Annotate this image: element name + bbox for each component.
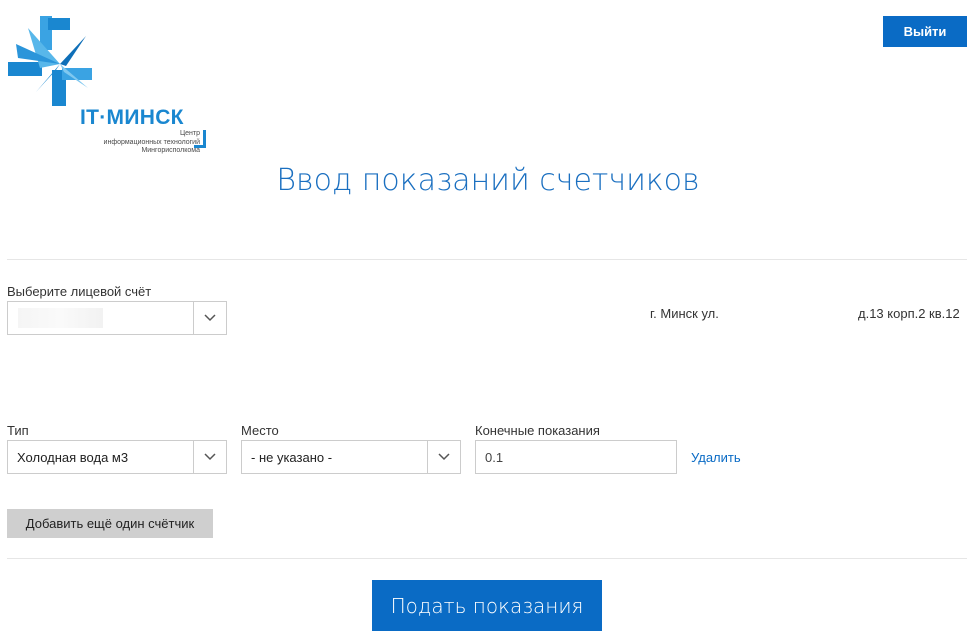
delete-meter-link[interactable]: Удалить [691,450,741,465]
account-label: Выберите лицевой счёт [7,284,152,299]
add-meter-button[interactable]: Добавить ещё один счётчик [7,509,213,538]
logo-cross-icon [8,16,92,106]
submit-readings-button[interactable]: Подать показания [372,580,602,631]
place-value: - не указано - [251,450,333,465]
logout-button[interactable]: Выйти [883,16,967,47]
reading-label: Конечные показания [475,423,600,438]
address-house: д.13 корп.2 кв.12 [858,306,960,321]
chevron-down-icon [427,441,460,473]
address-street: г. Минск ул. [650,306,719,321]
type-select[interactable]: Холодная вода м3 [7,440,227,474]
place-select[interactable]: - не указано - [241,440,461,474]
logo-corner-mark [194,130,206,148]
logo-subtitle-line2: информационных технологий [103,138,200,146]
page-title: Ввод показаний счетчиков [276,163,700,198]
chevron-down-icon [193,302,226,334]
chevron-down-icon [193,441,226,473]
type-label: Тип [7,423,29,438]
place-label: Место [241,423,279,438]
logo-subtitle: Центр информационных технологий Мингорис… [104,130,200,156]
logo-subtitle-line1: Центр [179,130,200,137]
divider-bottom [7,558,967,559]
type-value: Холодная вода м3 [17,450,129,465]
logo-name: IT·МИНСК [80,106,184,129]
account-value-redacted [18,308,103,328]
it-minsk-logo: IT·МИНСК Центр информационных технологий… [6,14,210,154]
divider-top [7,259,967,260]
account-select[interactable] [7,301,227,335]
logo-subtitle-line3: Мингорисполкома [141,147,200,154]
reading-input[interactable] [475,440,677,474]
